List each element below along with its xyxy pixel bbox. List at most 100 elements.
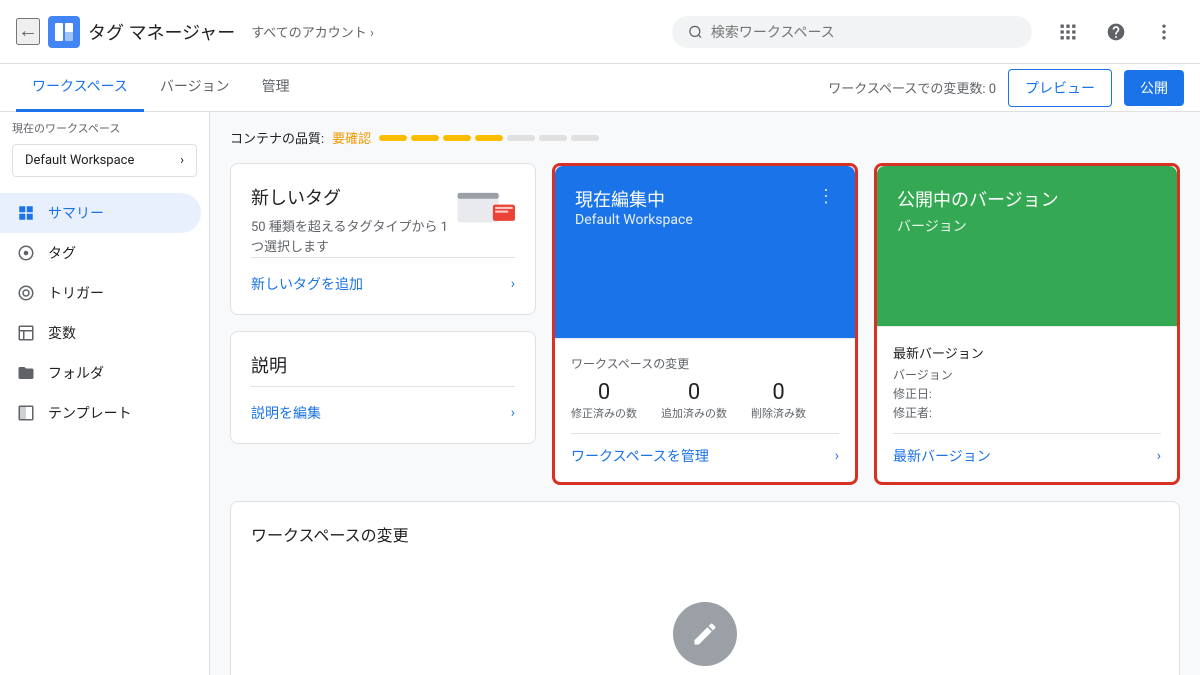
- latest-version-link[interactable]: 最新バージョン ›: [893, 433, 1161, 466]
- more-icon: [1154, 22, 1174, 42]
- main-layout: 現在のワークスペース Default Workspace › サマリー タグ ト…: [0, 112, 1200, 675]
- quality-dot-1: [379, 135, 407, 141]
- stat-deleted: 0 削除済み数: [751, 380, 806, 421]
- editing-more-button[interactable]: ⋮: [817, 186, 835, 207]
- new-tag-link[interactable]: 新しいタグを追加 ›: [251, 257, 515, 294]
- version-info: 最新バージョン: [893, 343, 1161, 362]
- new-tag-link-label: 新しいタグを追加: [251, 274, 363, 294]
- empty-state-icon: [673, 602, 737, 666]
- sidebar-item-templates[interactable]: テンプレート: [0, 393, 201, 433]
- breadcrumb[interactable]: すべてのアカウント ›: [251, 22, 374, 41]
- summary-icon: [16, 203, 36, 223]
- sidebar-item-triggers[interactable]: トリガー: [0, 273, 201, 313]
- sidebar-item-variables[interactable]: 変数: [0, 313, 201, 353]
- chevron-right-icon: ›: [511, 405, 515, 421]
- sidebar-item-summary[interactable]: サマリー: [0, 193, 201, 233]
- folder-icon: [16, 363, 36, 383]
- tab-workspace[interactable]: ワークスペース: [16, 64, 144, 112]
- header: ← タグ マネージャー すべてのアカウント ›: [0, 0, 1200, 64]
- help-button[interactable]: [1096, 12, 1136, 52]
- variable-icon: [16, 323, 36, 343]
- sidebar-item-tags[interactable]: タグ: [0, 233, 201, 273]
- changes-title: ワークスペースの変更: [251, 522, 1159, 546]
- stat-added-label: 追加済みの数: [661, 405, 727, 421]
- description-card: 説明 説明を編集 ›: [230, 331, 536, 444]
- tab-version[interactable]: バージョン: [144, 64, 246, 112]
- tag-icon: [16, 243, 36, 263]
- search-bar[interactable]: [672, 16, 1032, 48]
- published-subtitle: バージョン: [897, 216, 1157, 236]
- sidebar-item-label: 変数: [48, 323, 76, 343]
- nav-right: ワークスペースでの変更数: 0 プレビュー 公開: [828, 69, 1184, 107]
- app-title: タグ マネージャー: [88, 19, 235, 45]
- sidebar-item-folders[interactable]: フォルダ: [0, 353, 201, 393]
- sidebar-item-label: フォルダ: [48, 363, 104, 383]
- quality-dot-4: [475, 135, 503, 141]
- stats-row: 0 修正済みの数 0 追加済みの数 0 削除済み数: [571, 380, 839, 421]
- quality-bar: コンテナの品質: 要確認: [230, 128, 1180, 147]
- grid-button[interactable]: [1048, 12, 1088, 52]
- quality-dot-2: [411, 135, 439, 141]
- preview-button[interactable]: プレビュー: [1008, 69, 1112, 107]
- quality-dots: [379, 135, 599, 141]
- tab-admin[interactable]: 管理: [246, 64, 306, 112]
- published-card: 公開中のバージョン バージョン: [877, 166, 1177, 326]
- stat-added-value: 0: [688, 380, 700, 405]
- quality-dot-3: [443, 135, 471, 141]
- nav-tabs: ワークスペース バージョン 管理 ワークスペースでの変更数: 0 プレビュー 公…: [0, 64, 1200, 112]
- trigger-icon: [16, 283, 36, 303]
- latest-version-label: 最新バージョン: [893, 446, 991, 466]
- quality-label: コンテナの品質:: [230, 128, 324, 147]
- published-card-wrapper: 公開中のバージョン バージョン 最新バージョン バージョン 修正日: 修正者:: [874, 163, 1180, 485]
- publish-button[interactable]: 公開: [1124, 70, 1184, 106]
- stat-deleted-value: 0: [772, 380, 784, 405]
- stat-modified-value: 0: [598, 380, 610, 405]
- chevron-right-icon: ›: [1157, 448, 1161, 464]
- workspace-name: Default Workspace: [25, 153, 134, 168]
- version-author: 修正者:: [893, 404, 1161, 421]
- chevron-right-icon: ›: [180, 153, 184, 168]
- sidebar-item-label: テンプレート: [48, 403, 132, 423]
- grid-icon: [1058, 22, 1078, 42]
- stat-added: 0 追加済みの数: [661, 380, 727, 421]
- stat-deleted-label: 削除済み数: [751, 405, 806, 421]
- top-cards: 新しいタグ 50 種類を超えるタグタイプから 1 つ選択します: [230, 163, 1180, 485]
- more-button[interactable]: [1144, 12, 1184, 52]
- search-input[interactable]: [711, 24, 1016, 40]
- stat-modified-label: 修正済みの数: [571, 405, 637, 421]
- gtm-logo: [48, 16, 80, 48]
- sidebar-item-label: サマリー: [48, 203, 104, 223]
- desc-link[interactable]: 説明を編集 ›: [251, 386, 515, 423]
- version-date: 修正日:: [893, 385, 1161, 402]
- editing-title: 現在編集中: [575, 186, 693, 212]
- change-count: ワークスペースでの変更数: 0: [828, 78, 996, 97]
- manage-workspace-label: ワークスペースを管理: [571, 446, 709, 466]
- editing-subtitle: Default Workspace: [575, 212, 693, 228]
- sidebar-item-label: トリガー: [48, 283, 104, 303]
- editing-card-wrapper: 現在編集中 Default Workspace ⋮ ワークスペースの変更 0 修…: [552, 163, 858, 485]
- stats-label: ワークスペースの変更: [571, 355, 839, 372]
- new-tag-card: 新しいタグ 50 種類を超えるタグタイプから 1 つ選択します: [230, 163, 536, 315]
- workspace-selector[interactable]: Default Workspace ›: [12, 144, 197, 177]
- back-button[interactable]: ←: [16, 18, 40, 45]
- desc-link-label: 説明を編集: [251, 403, 321, 423]
- quality-badge: 要確認: [332, 128, 371, 147]
- tag-illustration: [456, 184, 515, 240]
- main-content: コンテナの品質: 要確認 新しいタグ: [210, 112, 1200, 675]
- editing-card-bottom: ワークスペースの変更 0 修正済みの数 0 追加済みの数 0 削除済み数: [555, 338, 855, 482]
- header-actions: [1048, 12, 1184, 52]
- quality-dot-5: [507, 135, 535, 141]
- chevron-right-icon: ›: [511, 276, 515, 292]
- changes-section: ワークスペースの変更: [230, 501, 1180, 675]
- desc-title: 説明: [251, 352, 515, 378]
- sidebar-item-label: タグ: [48, 243, 76, 263]
- manage-workspace-link[interactable]: ワークスペースを管理 ›: [571, 433, 839, 466]
- quality-dot-6: [539, 135, 567, 141]
- sidebar: 現在のワークスペース Default Workspace › サマリー タグ ト…: [0, 112, 210, 675]
- version-label: バージョン: [893, 366, 1161, 383]
- new-tag-title: 新しいタグ: [251, 184, 456, 210]
- chevron-right-icon: ›: [835, 448, 839, 464]
- template-icon: [16, 403, 36, 423]
- published-card-bottom: 最新バージョン バージョン 修正日: 修正者: 最新バージョン ›: [877, 326, 1177, 482]
- quality-dot-7: [571, 135, 599, 141]
